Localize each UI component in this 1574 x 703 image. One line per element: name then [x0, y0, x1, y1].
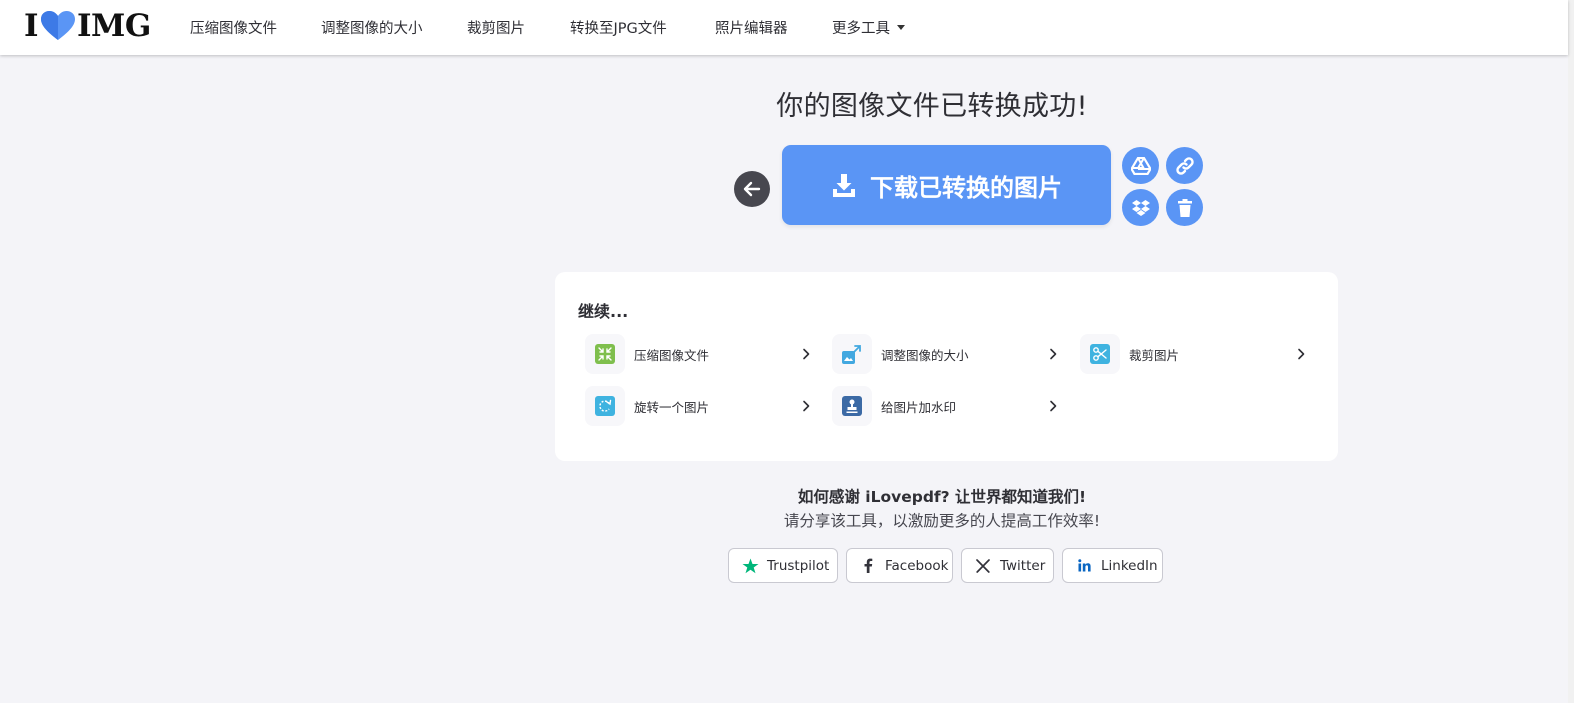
nav-item-convert-jpg[interactable]: 转换至JPG文件: [570, 17, 667, 38]
tool-icon-frame: [585, 334, 625, 374]
trash-icon: [1177, 198, 1192, 217]
page-title: 你的图像文件已转换成功!: [776, 91, 1088, 122]
share-facebook-button[interactable]: Facebook: [846, 548, 953, 583]
x-twitter-icon: [976, 558, 990, 573]
trustpilot-label: Trustpilot: [767, 557, 830, 574]
tool-label-crop: 裁剪图片: [1129, 347, 1180, 363]
nav-item-more-tools[interactable]: 更多工具: [832, 17, 905, 38]
share-linkedin-button[interactable]: LinkedIn: [1062, 548, 1163, 583]
chevron-right-icon: [803, 348, 810, 360]
share-twitter-button[interactable]: Twitter: [961, 548, 1054, 583]
download-converted-images-button[interactable]: 下载已转换的图片: [782, 145, 1111, 225]
trustpilot-star-icon: [742, 558, 758, 573]
save-to-google-drive-button[interactable]: [1122, 147, 1159, 184]
twitter-label: Twitter: [1000, 557, 1046, 574]
linkedin-icon: [1077, 559, 1091, 572]
facebook-label: Facebook: [885, 557, 949, 574]
share-icon-slot: [741, 558, 759, 574]
share-icon-slot: [974, 558, 992, 573]
nav-item-crop[interactable]: 裁剪图片: [467, 17, 525, 38]
stamp-icon: [842, 396, 862, 416]
continue-tool-compress[interactable]: 压缩图像文件: [585, 334, 811, 374]
tool-icon-frame: [1080, 334, 1120, 374]
chevron-right-icon: [1050, 400, 1057, 412]
top-navbar: I IMG 压缩图像文件 调整图像的大小 裁剪图片 转换至JPG文件 照片编辑器…: [0, 0, 1568, 55]
tool-icon-frame: [832, 334, 872, 374]
share-icon-slot: [859, 558, 877, 573]
tool-icon-frame: [832, 386, 872, 426]
continue-tool-resize[interactable]: 调整图像的大小: [832, 334, 1058, 374]
rotate-icon: [595, 396, 615, 416]
link-icon: [1175, 156, 1194, 175]
logo-text-i: I: [24, 8, 39, 44]
share-icon-slot: [1075, 559, 1093, 572]
google-drive-icon: [1130, 156, 1151, 175]
tool-label-compress: 压缩图像文件: [634, 347, 710, 363]
more-tools-label: 更多工具: [832, 21, 890, 37]
compress-icon: [595, 344, 615, 364]
back-button[interactable]: [734, 171, 770, 207]
linkedin-label: LinkedIn: [1101, 557, 1158, 574]
delete-files-button[interactable]: [1166, 189, 1203, 226]
continue-tool-watermark[interactable]: 给图片加水印: [832, 386, 1058, 426]
download-button-label: 下载已转换的图片: [870, 173, 1062, 202]
copy-link-button[interactable]: [1166, 147, 1203, 184]
share-title: 如何感谢 iLovepdf? 让世界都知道我们!: [797, 488, 1087, 506]
continue-tool-rotate[interactable]: 旋转一个图片: [585, 386, 811, 426]
nav-item-compress[interactable]: 压缩图像文件: [190, 17, 277, 38]
tool-label-resize: 调整图像的大小: [881, 347, 969, 363]
continue-card: 继续... 压缩图像文件 调整图像的大小 裁剪图片 旋转一个图片 给图片加水印: [555, 272, 1338, 461]
caret-down-icon: [897, 25, 905, 30]
facebook-icon: [864, 558, 873, 573]
continue-tool-crop[interactable]: 裁剪图片: [1080, 334, 1306, 374]
continue-title: 继续...: [578, 302, 629, 321]
arrow-left-icon: [743, 181, 761, 197]
share-subtitle: 请分享该工具，以激励更多的人提高工作效率!: [783, 512, 1101, 530]
chevron-right-icon: [1050, 348, 1057, 360]
chevron-right-icon: [1298, 348, 1305, 360]
nav-item-resize[interactable]: 调整图像的大小: [321, 17, 423, 38]
tool-label-rotate: 旋转一个图片: [634, 399, 710, 415]
heart-icon: [41, 11, 76, 40]
resize-icon: [842, 345, 861, 364]
share-trustpilot-button[interactable]: Trustpilot: [728, 548, 838, 583]
scissors-icon: [1090, 344, 1110, 364]
chevron-right-icon: [803, 400, 810, 412]
ilovemg-logo[interactable]: I IMG: [24, 8, 151, 44]
download-icon: [833, 174, 855, 197]
tool-icon-frame: [585, 386, 625, 426]
save-to-dropbox-button[interactable]: [1122, 189, 1159, 226]
dropbox-icon: [1131, 199, 1150, 216]
nav-item-photo-editor[interactable]: 照片编辑器: [715, 17, 788, 38]
logo-text-img: IMG: [77, 8, 151, 44]
tool-label-watermark: 给图片加水印: [881, 399, 957, 415]
